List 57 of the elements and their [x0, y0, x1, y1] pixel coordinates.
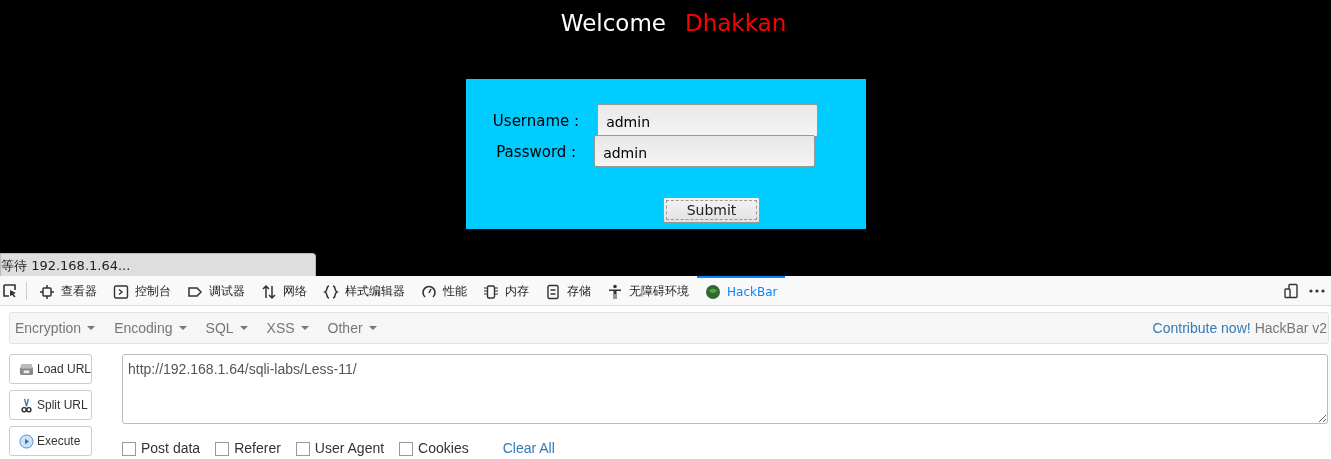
dropdown-menu[interactable]: Encoding	[114, 320, 187, 336]
hackbar-button[interactable]: Load URL	[9, 354, 92, 384]
devtools-tab[interactable]: 调试器	[179, 276, 253, 305]
checkbox[interactable]	[295, 442, 310, 456]
person-icon	[607, 283, 623, 300]
caret-icon	[300, 326, 309, 330]
field-label: Password :	[495, 143, 577, 161]
status-tooltip: 等待 192.168.1.64...	[0, 253, 316, 276]
user-name: Dhakkan	[684, 9, 787, 38]
devtools-tab[interactable]: 无障碍环境	[599, 276, 697, 305]
storage-icon	[545, 283, 561, 300]
console-icon	[113, 283, 129, 300]
submit-button[interactable]: Submit	[663, 197, 760, 223]
dropdown-menu[interactable]: SQL	[205, 320, 248, 336]
dropdown-menu[interactable]: Encryption	[15, 320, 96, 336]
drive-icon	[19, 361, 34, 377]
gauge-icon	[421, 283, 437, 300]
hackbar-button[interactable]: Execute	[9, 426, 92, 456]
checkbox-label: User Agent	[314, 440, 385, 456]
text-field[interactable]: admin	[594, 135, 816, 167]
caret-icon	[87, 326, 96, 330]
caret-icon	[239, 326, 248, 330]
arrows-icon	[261, 283, 277, 300]
checkbox-label: Referer	[234, 440, 281, 456]
url-field[interactable]: http://192.168.1.64/sqli-labs/Less-11/	[122, 354, 1328, 424]
text-field[interactable]: admin	[597, 104, 819, 137]
element-picker-icon[interactable]	[2, 282, 18, 299]
more-icon[interactable]	[1309, 287, 1325, 294]
devtools-tab[interactable]: 样式编辑器	[315, 276, 413, 305]
scissors-icon	[19, 397, 34, 413]
caret-icon	[178, 326, 187, 330]
checkbox[interactable]	[215, 442, 230, 456]
caret-icon	[368, 326, 377, 330]
chip-icon	[483, 283, 499, 300]
devtools-tab[interactable]: 查看器	[31, 276, 105, 305]
devtools-tab[interactable]: 网络	[253, 276, 315, 305]
responsive-design-icon[interactable]	[1283, 282, 1299, 299]
checkbox-label: Cookies	[418, 440, 469, 456]
field-label: Username :	[492, 111, 580, 130]
devtools-tab[interactable]: 性能	[413, 276, 475, 305]
version-text: HackBar v2	[1254, 320, 1327, 336]
play-icon	[19, 433, 34, 449]
contribute-link[interactable]: Contribute now!	[1152, 320, 1251, 336]
checkbox-label: Post data	[141, 440, 201, 456]
devtools-tab[interactable]: 内存	[475, 276, 537, 305]
devtools-tab[interactable]: HackBar	[697, 276, 786, 305]
clear-all-link[interactable]: Clear All	[502, 440, 555, 456]
dropdown-menu[interactable]: Other	[327, 320, 377, 336]
braces-icon	[323, 283, 339, 300]
checkbox[interactable]	[122, 442, 136, 456]
hackbar-button[interactable]: Split URL	[9, 390, 92, 420]
box-icon	[39, 283, 55, 300]
dropdown-menu[interactable]: XSS	[266, 320, 309, 336]
devtools-tab[interactable]: 存储	[537, 276, 599, 305]
checkbox[interactable]	[399, 442, 414, 456]
welcome-text: Welcome	[560, 9, 666, 38]
devtools-tab[interactable]: 控制台	[105, 276, 179, 305]
